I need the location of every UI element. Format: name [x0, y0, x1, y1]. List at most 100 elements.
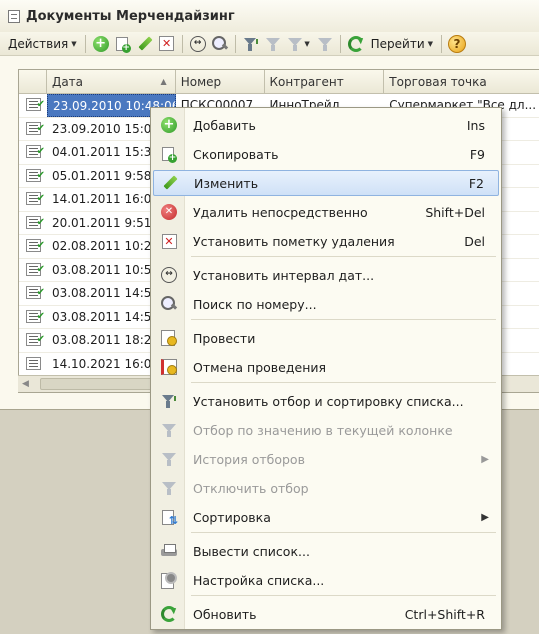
window-title-bar: Документы Мерчендайзинг: [0, 0, 539, 32]
menu-item-add[interactable]: + Добавить Ins: [153, 112, 499, 138]
goto-menu-button[interactable]: Перейти ▼: [367, 33, 437, 55]
menu-item-unpost[interactable]: Отмена проведения: [153, 354, 499, 380]
menu-item-print-list[interactable]: Вывести список...: [153, 538, 499, 564]
toolbar-separator: [84, 34, 86, 53]
menu-item-date-interval[interactable]: ↔ Установить интервал дат...: [153, 262, 499, 288]
filter-history-button[interactable]: ▼: [284, 33, 314, 55]
row-status-cell: [19, 141, 47, 164]
filter-off-icon: [153, 475, 185, 501]
posted-document-icon: [26, 329, 45, 351]
toolbar-separator: [441, 34, 443, 53]
toolbar-separator: [339, 34, 341, 53]
row-status-cell: [19, 94, 47, 117]
menu-separator: [191, 595, 496, 596]
menu-item-delete[interactable]: ✕ Удалить непосредственно Shift+Del: [153, 199, 499, 225]
menu-item-filter-sort[interactable]: Установить отбор и сортировку списка...: [153, 388, 499, 414]
date-interval-icon: ↔: [189, 35, 206, 52]
menu-item-refresh[interactable]: Обновить Ctrl+Shift+R: [153, 601, 499, 627]
posted-document-icon: [26, 212, 45, 234]
column-header-date[interactable]: Дата ▲: [47, 70, 176, 94]
edit-icon: [137, 36, 153, 52]
copy-button[interactable]: [112, 33, 134, 55]
chevron-down-icon: ▼: [304, 39, 310, 48]
menu-item-label: Установить отбор и сортировку списка...: [193, 393, 464, 409]
column-header-number[interactable]: Номер: [176, 70, 265, 94]
column-header-contractor[interactable]: Контрагент: [265, 70, 385, 94]
window-title: Документы Мерчендайзинг: [26, 8, 235, 24]
menu-item-copy[interactable]: Скопировать F9: [153, 141, 499, 167]
mark-delete-button[interactable]: ✕: [156, 33, 178, 55]
row-status-cell: [19, 165, 47, 188]
unpost-icon: [153, 354, 185, 380]
date-interval-icon: ↔: [153, 262, 185, 288]
row-status-cell: [19, 235, 47, 258]
menu-item-label: Изменить: [194, 175, 259, 191]
column-header-shop[interactable]: Торговая точка: [384, 70, 539, 94]
filter-sort-button[interactable]: [240, 33, 262, 55]
menu-separator: [191, 256, 496, 257]
submenu-arrow-icon: ▶: [481, 511, 489, 523]
date-interval-button[interactable]: ↔: [187, 33, 209, 55]
copy-icon: [153, 141, 185, 167]
add-icon: +: [92, 35, 109, 52]
menu-item-shortcut: Del: [464, 233, 485, 249]
delete-icon: ✕: [153, 199, 185, 225]
document-icon: [26, 356, 41, 370]
help-button[interactable]: ?: [446, 33, 468, 55]
menu-item-label: Отбор по значению в текущей колонке: [193, 422, 453, 438]
row-status-cell: [19, 259, 47, 282]
scroll-left-icon[interactable]: ◀: [22, 379, 29, 389]
actions-menu-label: Действия: [8, 36, 69, 51]
mark-delete-icon: ✕: [153, 228, 185, 254]
search-number-icon: [211, 35, 228, 52]
actions-menu-button[interactable]: Действия ▼: [4, 33, 81, 55]
sort-icon: [153, 504, 185, 530]
filter-off-icon: [317, 36, 333, 52]
menu-item-label: Вывести список...: [193, 543, 310, 559]
posted-document-icon: [26, 165, 45, 187]
edit-icon: [154, 170, 186, 196]
posted-document-icon: [26, 141, 45, 163]
search-number-button[interactable]: [209, 33, 231, 55]
refresh-button[interactable]: [345, 33, 367, 55]
menu-item-label: Отмена проведения: [193, 359, 327, 375]
menu-item-shortcut: Shift+Del: [425, 204, 485, 220]
menu-item-label: Поиск по номеру...: [193, 296, 317, 312]
menu-item-shortcut: F2: [468, 175, 484, 191]
menu-item-filter-value: Отбор по значению в текущей колонке: [153, 417, 499, 443]
menu-item-edit[interactable]: Изменить F2: [153, 170, 499, 196]
menu-item-label: Установить пометку удаления: [193, 233, 395, 249]
goto-menu-label: Перейти: [370, 36, 425, 51]
menu-item-post[interactable]: Провести: [153, 325, 499, 351]
submenu-arrow-icon: ▶: [481, 453, 489, 465]
filter-value-button[interactable]: [262, 33, 284, 55]
row-status-cell: [19, 329, 47, 352]
list-settings-icon: [153, 567, 185, 593]
menu-separator: [191, 382, 496, 383]
menu-item-label: Установить интервал дат...: [193, 267, 375, 283]
filter-off-button[interactable]: [314, 33, 336, 55]
help-icon: ?: [448, 34, 467, 53]
column-header-label: Дата: [51, 75, 84, 89]
edit-button[interactable]: [134, 33, 156, 55]
menu-separator: [191, 532, 496, 533]
chevron-down-icon: ▼: [71, 39, 77, 48]
menu-item-mark-delete[interactable]: ✕ Установить пометку удаления Del: [153, 228, 499, 254]
row-status-cell: [19, 188, 47, 211]
row-status-cell: [19, 118, 47, 141]
post-icon: [153, 325, 185, 351]
toolbar-separator: [181, 34, 183, 53]
posted-document-icon: [26, 235, 45, 257]
menu-item-list-settings[interactable]: Настройка списка...: [153, 567, 499, 593]
column-header-icon[interactable]: [19, 70, 47, 94]
mark-delete-icon: ✕: [159, 36, 175, 51]
menu-item-search-number[interactable]: Поиск по номеру...: [153, 291, 499, 317]
menu-item-label: Настройка списка...: [193, 572, 325, 588]
menu-item-label: Обновить: [193, 606, 257, 622]
context-menu: + Добавить Ins Скопировать F9 Изменить F2 ✕ Удал…: [150, 107, 502, 630]
menu-item-label: Удалить непосредственно: [193, 204, 368, 220]
menu-item-sort[interactable]: Сортировка ▶: [153, 504, 499, 530]
add-button[interactable]: +: [90, 33, 112, 55]
menu-item-filter-history: История отборов ▶: [153, 446, 499, 472]
posted-document-icon: [26, 188, 45, 210]
